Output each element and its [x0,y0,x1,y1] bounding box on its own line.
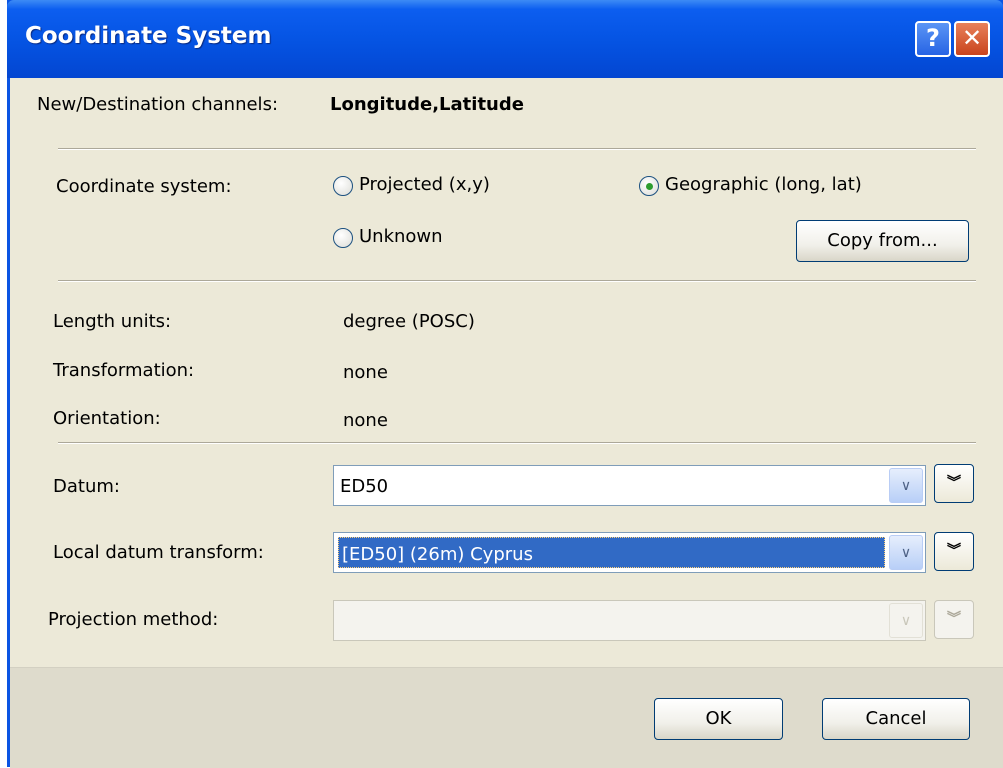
local-datum-transform-select[interactable]: [ED50] (26m) Cyprus ∨ [333,532,926,573]
channels-label: New/Destination channels: [37,94,279,115]
dialog-window: Coordinate System ? ✕ New/Destination ch… [7,0,1003,768]
local-datum-transform-expand-button[interactable]: ︾ [934,532,974,571]
chevron-down-icon[interactable]: ∨ [889,468,923,503]
length-units-value: degree (POSC) [343,311,475,332]
radio-selected-dot [646,183,653,190]
dialog-title: Coordinate System [25,23,272,49]
coordinate-system-label: Coordinate system: [56,176,232,197]
datum-select[interactable]: ED50 ∨ [333,465,926,506]
radio-projected-label[interactable]: Projected (x,y) [359,174,490,195]
projection-method-select[interactable]: ∨ [333,600,926,641]
local-datum-transform-label: Local datum transform: [53,542,264,563]
orientation-value: none [343,410,388,431]
transformation-value: none [343,362,388,383]
double-chevron-down-icon: ︾ [947,475,961,491]
chevron-down-icon: ∨ [889,603,923,638]
double-chevron-down-icon: ︾ [947,543,961,559]
projection-method-expand-button: ︾ [934,600,974,639]
radio-projected[interactable] [333,176,353,196]
channels-value: Longitude,Latitude [330,94,524,115]
radio-geographic[interactable] [639,176,659,196]
dialog-body: New/Destination channels: Longitude,Lati… [10,78,1003,768]
datum-select-value: ED50 [340,476,389,497]
local-datum-transform-value: [ED50] (26m) Cyprus [342,544,533,565]
projection-method-label: Projection method: [48,609,219,630]
double-chevron-down-icon: ︾ [947,611,961,627]
transformation-label: Transformation: [53,360,195,381]
separator [58,442,976,444]
radio-unknown-label[interactable]: Unknown [359,226,443,247]
datum-expand-button[interactable]: ︾ [934,464,974,503]
copy-from-button[interactable]: Copy from... [796,220,969,262]
orientation-label: Orientation: [53,408,161,429]
help-button[interactable]: ? [915,21,951,57]
radio-geographic-label[interactable]: Geographic (long, lat) [665,174,862,195]
datum-label: Datum: [53,476,120,497]
separator [58,148,976,150]
title-bar[interactable]: Coordinate System ? ✕ [7,0,1003,78]
length-units-label: Length units: [53,311,172,332]
close-button[interactable]: ✕ [954,21,990,57]
cancel-button[interactable]: Cancel [822,698,970,740]
selection-highlight: [ED50] (26m) Cyprus [338,537,885,568]
chevron-down-icon[interactable]: ∨ [889,535,923,570]
separator [58,280,976,282]
ok-button[interactable]: OK [654,698,783,740]
button-bar: OK Cancel [10,667,1003,768]
radio-unknown[interactable] [333,228,353,248]
